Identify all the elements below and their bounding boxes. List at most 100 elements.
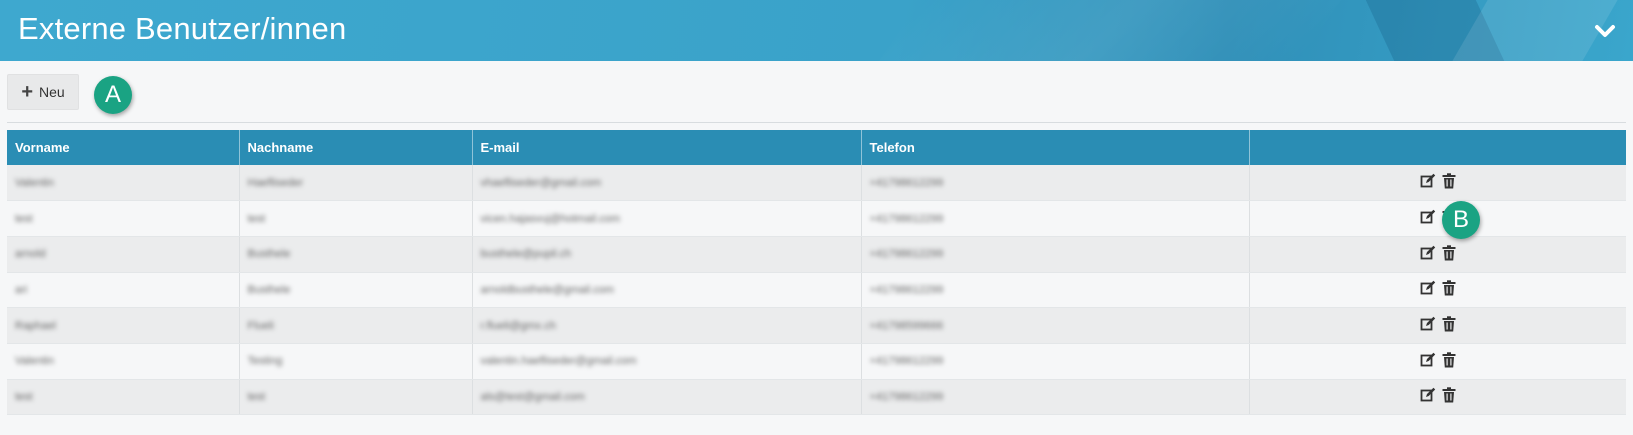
cell-telefon: +41798612299 [861, 379, 1250, 416]
telefon-value: +41798612299 [869, 355, 944, 368]
table-row: arnold Busthele busthele@pupil.ch +41798612… [7, 236, 1626, 273]
cell-vorname: ari [7, 272, 240, 309]
vorname-value: test [15, 212, 33, 225]
cell-nachname: Haefliseder [239, 165, 473, 202]
vorname-value: test [15, 390, 33, 403]
edit-icon[interactable] [1420, 173, 1436, 192]
email-value: als@test@gmail.com [480, 390, 585, 403]
telefon-value: +41798599666 [869, 319, 944, 332]
nachname-value: test [247, 390, 266, 403]
cell-email: busthele@pupil.ch [472, 236, 862, 273]
cell-nachname: Busthele [239, 272, 473, 309]
edit-icon[interactable] [1420, 387, 1436, 406]
chevron-down-icon[interactable] [1593, 20, 1617, 42]
cell-email: arnoldbusthele@gmail.com [472, 272, 862, 309]
cell-email: vicen.hajasvuj@hotmail.com [472, 200, 862, 237]
cell-actions [1249, 307, 1626, 344]
cell-telefon: +41798612299 [861, 165, 1250, 202]
vorname-value: arnold [15, 248, 46, 261]
vorname-value: Valentin [15, 355, 54, 368]
cell-telefon: +41798612299 [861, 236, 1250, 273]
trash-icon[interactable] [1442, 245, 1456, 264]
nachname-value: Haefliseder [247, 176, 304, 189]
cell-nachname: Flueli [239, 307, 473, 344]
table-row: ari Busthele arnoldbusthele@gmail.com +4179… [7, 272, 1626, 309]
column-header-vorname[interactable]: Vorname [7, 130, 240, 165]
telefon-value: +41798612299 [869, 176, 944, 189]
cell-vorname: Valentin [7, 343, 240, 380]
cell-vorname: Valentin [7, 165, 240, 202]
nachname-value: Busthele [247, 248, 291, 261]
edit-icon[interactable] [1420, 209, 1436, 228]
edit-icon[interactable] [1420, 352, 1436, 371]
column-header-email[interactable]: E-mail [472, 130, 862, 165]
cell-telefon: +41798612299 [861, 272, 1250, 309]
telefon-value: +41798612299 [869, 212, 944, 225]
cell-vorname: Raphael [7, 307, 240, 344]
table-row: Raphael Flueli r.flueli@gmx.ch +41798599666 [7, 307, 1626, 344]
cell-nachname: test [239, 379, 473, 416]
email-value: busthele@pupil.ch [480, 248, 572, 261]
cell-nachname: test [239, 200, 473, 237]
telefon-value: +41798612299 [869, 390, 944, 403]
cell-vorname: test [7, 379, 240, 416]
table-row: test test vicen.hajasvuj@hotmail.com +41798… [7, 200, 1626, 237]
cell-email: als@test@gmail.com [472, 379, 862, 416]
cell-actions [1249, 272, 1626, 309]
annotation-marker-b: B [1442, 201, 1480, 239]
telefon-value: +41798612299 [869, 283, 944, 296]
nachname-value: Busthele [247, 283, 291, 296]
cell-actions [1249, 165, 1626, 202]
vorname-value: Raphael [15, 319, 56, 332]
email-value: r.flueli@gmx.ch [480, 319, 556, 332]
cell-telefon: +41798612299 [861, 343, 1250, 380]
nachname-value: test [247, 212, 266, 225]
trash-icon[interactable] [1442, 173, 1456, 192]
new-button[interactable]: + Neu [7, 74, 79, 110]
cell-telefon: +41798599666 [861, 307, 1250, 344]
email-value: arnoldbusthele@gmail.com [480, 283, 614, 296]
cell-email: r.flueli@gmx.ch [472, 307, 862, 344]
cell-actions [1249, 200, 1626, 237]
cell-email: valentin.haefliseder@gmail.com [472, 343, 862, 380]
table-header-row: Vorname Nachname E-mail Telefon [7, 130, 1626, 165]
cell-actions [1249, 236, 1626, 273]
column-header-telefon[interactable]: Telefon [861, 130, 1250, 165]
trash-icon[interactable] [1442, 280, 1456, 299]
column-header-actions [1249, 130, 1626, 165]
vorname-value: Valentin [15, 176, 54, 189]
vorname-value: ari [15, 283, 28, 296]
telefon-value: +41798612299 [869, 248, 944, 261]
edit-icon[interactable] [1420, 280, 1436, 299]
table-row: Valentin Testing valentin.haefliseder@gmai… [7, 343, 1626, 380]
cell-telefon: +41798612299 [861, 200, 1250, 237]
header-decoration [878, 0, 1342, 61]
toolbar-divider [7, 122, 1626, 123]
page-title: Externe Benutzer/innen [18, 11, 347, 46]
nachname-value: Testing [247, 355, 283, 368]
table-row: Valentin Haefliseder vhaefliseder@gmail.co… [7, 165, 1626, 202]
edit-icon[interactable] [1420, 316, 1436, 335]
edit-icon[interactable] [1420, 245, 1436, 264]
email-value: vhaefliseder@gmail.com [480, 176, 602, 189]
users-table: Vorname Nachname E-mail Telefon Valentin… [7, 130, 1626, 416]
cell-vorname: arnold [7, 236, 240, 273]
plus-icon: + [21, 81, 33, 103]
table-row: test test als@test@gmail.com +41798612299 [7, 379, 1626, 416]
trash-icon[interactable] [1442, 316, 1456, 335]
cell-email: vhaefliseder@gmail.com [472, 165, 862, 202]
email-value: vicen.hajasvuj@hotmail.com [480, 212, 621, 225]
cell-vorname: test [7, 200, 240, 237]
nachname-value: Flueli [247, 319, 274, 332]
cell-actions [1249, 379, 1626, 416]
column-header-nachname[interactable]: Nachname [239, 130, 473, 165]
trash-icon[interactable] [1442, 387, 1456, 406]
cell-actions [1249, 343, 1626, 380]
cell-nachname: Testing [239, 343, 473, 380]
cell-nachname: Busthele [239, 236, 473, 273]
new-button-label: Neu [39, 84, 65, 100]
trash-icon[interactable] [1442, 352, 1456, 371]
email-value: valentin.haefliseder@gmail.com [480, 355, 637, 368]
annotation-marker-a: A [94, 76, 132, 114]
page-header: Externe Benutzer/innen [0, 0, 1633, 61]
